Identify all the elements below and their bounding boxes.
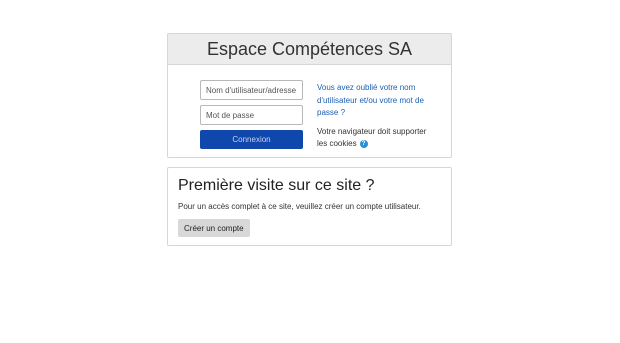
create-account-button[interactable]: Créer un compte	[178, 219, 250, 237]
login-button[interactable]: Connexion	[200, 130, 303, 149]
signup-title: Première visite sur ce site ?	[178, 177, 375, 194]
signup-panel: Première visite sur ce site ? Pour un ac…	[167, 167, 452, 246]
password-input[interactable]	[200, 105, 303, 125]
username-input[interactable]	[200, 80, 303, 100]
question-circle-icon[interactable]: ?	[359, 139, 368, 148]
login-help: Vous avez oublié votre nom d'utilisateur…	[317, 82, 427, 151]
site-title: Espace Compétences SA	[168, 34, 451, 65]
forgot-password-link[interactable]: Vous avez oublié votre nom d'utilisateur…	[317, 82, 427, 120]
cookies-notice-text: Votre navigateur doit supporter les cook…	[317, 126, 427, 149]
login-panel: Espace Compétences SA Connexion Vous ave…	[167, 33, 452, 158]
cookies-notice: Votre navigateur doit supporter les cook…	[317, 126, 427, 151]
signup-description: Pour un accès complet à ce site, veuille…	[178, 202, 421, 211]
login-form: Connexion	[200, 80, 303, 149]
